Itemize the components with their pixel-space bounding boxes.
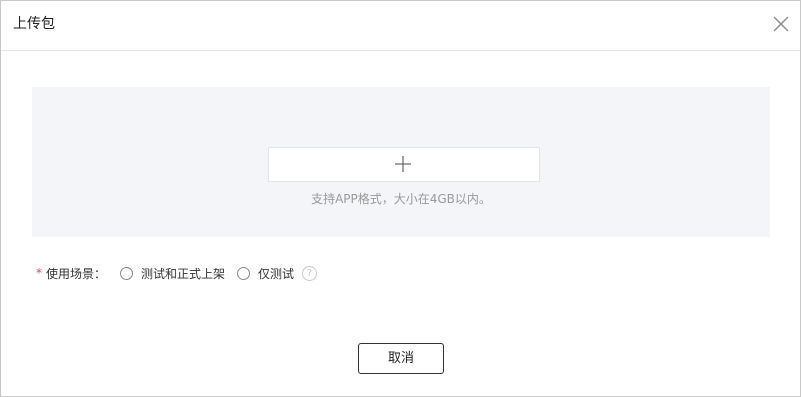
upload-package-dialog: 上传包 支持APP格式，大小在4GB以内。 * 使用场景： 测试和正式上架 仅测…: [0, 0, 801, 397]
radio-button[interactable]: [237, 266, 251, 280]
question-circle-icon[interactable]: ?: [302, 265, 318, 281]
close-icon[interactable]: [772, 15, 790, 33]
radio-option-test-and-release[interactable]: 测试和正式上架: [120, 265, 225, 282]
add-file-button[interactable]: [268, 147, 540, 182]
dialog-title: 上传包: [13, 16, 55, 32]
usage-scene-row: * 使用场景： 测试和正式上架 仅测试 ?: [36, 263, 318, 283]
cancel-button[interactable]: 取消: [358, 343, 444, 374]
required-mark: *: [36, 266, 42, 280]
radio-label: 仅测试: [258, 266, 295, 281]
plus-icon: [395, 156, 411, 172]
dialog-header: 上传包: [1, 1, 800, 51]
upload-drop-area[interactable]: 支持APP格式，大小在4GB以内。: [32, 87, 770, 237]
upload-hint: 支持APP格式，大小在4GB以内。: [311, 192, 491, 206]
radio-label: 测试和正式上架: [141, 266, 226, 281]
usage-scene-label: 使用场景：: [46, 266, 107, 281]
radio-button[interactable]: [120, 266, 134, 280]
radio-option-test-only[interactable]: 仅测试: [237, 265, 294, 282]
